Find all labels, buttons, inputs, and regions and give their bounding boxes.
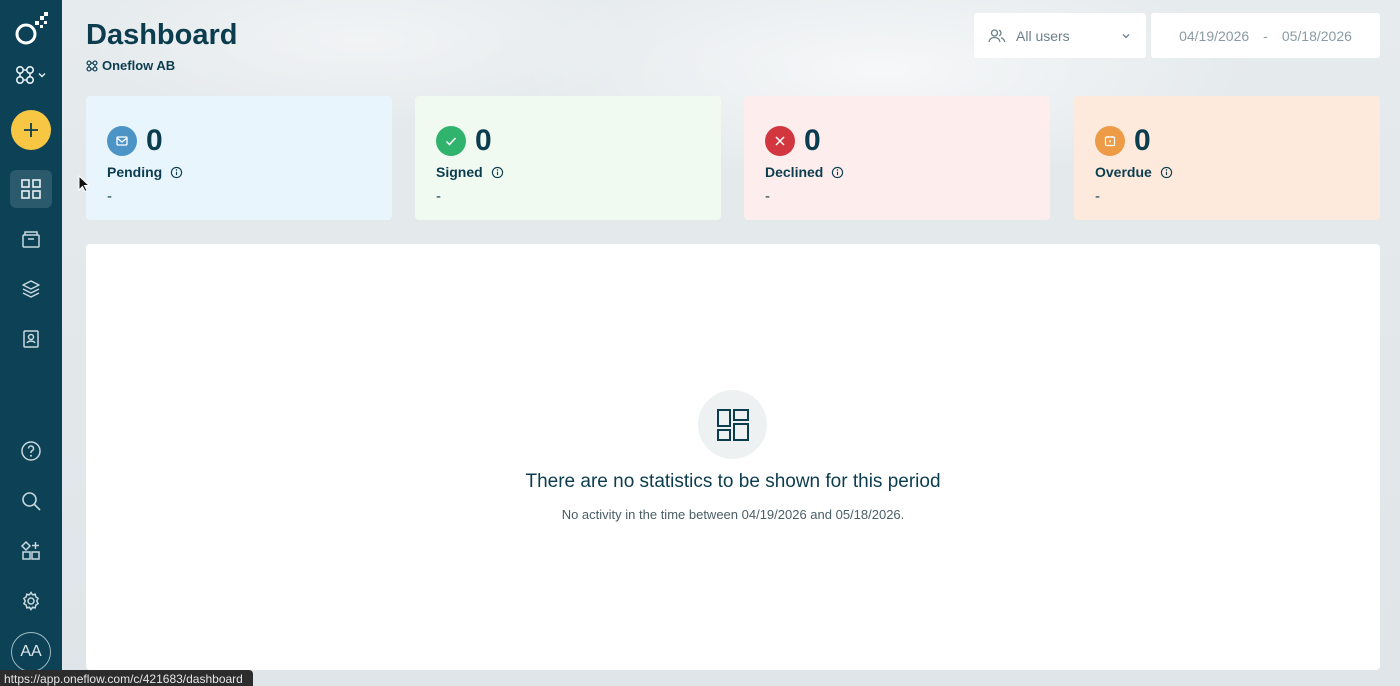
card-label: Signed xyxy=(436,164,483,180)
info-icon[interactable] xyxy=(831,166,844,179)
user-filter-select[interactable]: All users xyxy=(974,13,1146,58)
mouse-cursor-icon xyxy=(78,175,90,193)
empty-state-title: There are no statistics to be shown for … xyxy=(525,471,941,492)
close-icon xyxy=(775,136,785,146)
plus-icon xyxy=(24,123,38,137)
date-to[interactable]: 05/18/2026 xyxy=(1282,28,1352,44)
card-icon-circle xyxy=(107,126,137,156)
search-icon xyxy=(22,492,41,511)
date-separator: - xyxy=(1263,27,1268,44)
info-icon[interactable] xyxy=(1160,166,1173,179)
chevron-down-icon xyxy=(1122,33,1130,38)
card-value: - xyxy=(765,188,770,205)
help-icon xyxy=(21,441,41,461)
address-book-icon xyxy=(23,330,39,348)
info-icon[interactable] xyxy=(491,166,504,179)
card-icon-circle xyxy=(765,126,795,156)
card-value: - xyxy=(107,188,112,205)
create-button[interactable] xyxy=(11,110,51,150)
stat-card-overdue[interactable]: 0 Overdue - xyxy=(1074,96,1380,220)
sidebar-item-address-book[interactable] xyxy=(10,320,52,358)
card-icon-circle xyxy=(436,126,466,156)
date-range-picker[interactable]: 04/19/2026 - 05/18/2026 xyxy=(1151,13,1380,58)
check-icon xyxy=(445,137,457,146)
page-title: Dashboard xyxy=(86,19,238,51)
card-count: 0 xyxy=(1134,124,1151,157)
sidebar-item-help[interactable] xyxy=(10,432,52,470)
calendar-icon xyxy=(1104,136,1116,147)
workspace-label: Oneflow AB xyxy=(102,58,176,73)
extensions-icon xyxy=(20,540,40,560)
workspace-icon xyxy=(15,65,35,85)
card-icon-circle xyxy=(1095,126,1125,156)
card-value: - xyxy=(1095,188,1100,205)
workspace-switcher[interactable] xyxy=(15,60,47,90)
sidebar-item-documents[interactable] xyxy=(10,220,52,258)
user-filter-value: All users xyxy=(1016,27,1070,44)
oneflow-logo-icon[interactable] xyxy=(13,12,49,48)
workspace-icon xyxy=(86,59,98,72)
sidebar: AA xyxy=(0,0,62,686)
dashboard-grid-icon xyxy=(21,179,41,199)
card-label: Overdue xyxy=(1095,164,1152,180)
date-from[interactable]: 04/19/2026 xyxy=(1179,28,1249,44)
card-count: 0 xyxy=(146,124,163,157)
gear-icon xyxy=(22,591,40,611)
card-label: Declined xyxy=(765,164,824,180)
dashboard-layout-icon xyxy=(716,408,749,441)
sidebar-item-templates[interactable] xyxy=(10,270,52,308)
chevron-down-icon xyxy=(38,73,46,78)
envelope-icon xyxy=(116,136,128,146)
workspace-name[interactable]: Oneflow AB xyxy=(86,58,175,73)
layers-icon xyxy=(22,280,40,298)
card-count: 0 xyxy=(804,124,821,157)
avatar-initials: AA xyxy=(20,643,42,660)
card-value: - xyxy=(436,188,441,205)
users-icon xyxy=(988,28,1006,42)
sidebar-item-marketplace[interactable] xyxy=(10,532,52,570)
avatar[interactable]: AA xyxy=(11,632,51,672)
empty-state-icon xyxy=(698,390,767,459)
statistics-panel: There are no statistics to be shown for … xyxy=(86,244,1380,670)
stat-card-declined[interactable]: 0 Declined - xyxy=(744,96,1050,220)
info-icon[interactable] xyxy=(170,166,183,179)
stat-card-pending[interactable]: 0 Pending - xyxy=(86,96,392,220)
sidebar-item-dashboard[interactable] xyxy=(10,170,52,208)
folder-icon xyxy=(22,231,40,248)
card-count: 0 xyxy=(475,124,492,157)
empty-state-description: No activity in the time between 04/19/20… xyxy=(561,507,905,522)
status-bar-url: https://app.oneflow.com/c/421683/dashboa… xyxy=(0,670,253,686)
sidebar-item-settings[interactable] xyxy=(10,582,52,620)
card-label: Pending xyxy=(107,164,163,180)
stat-card-signed[interactable]: 0 Signed - xyxy=(415,96,721,220)
sidebar-item-search[interactable] xyxy=(10,482,52,520)
